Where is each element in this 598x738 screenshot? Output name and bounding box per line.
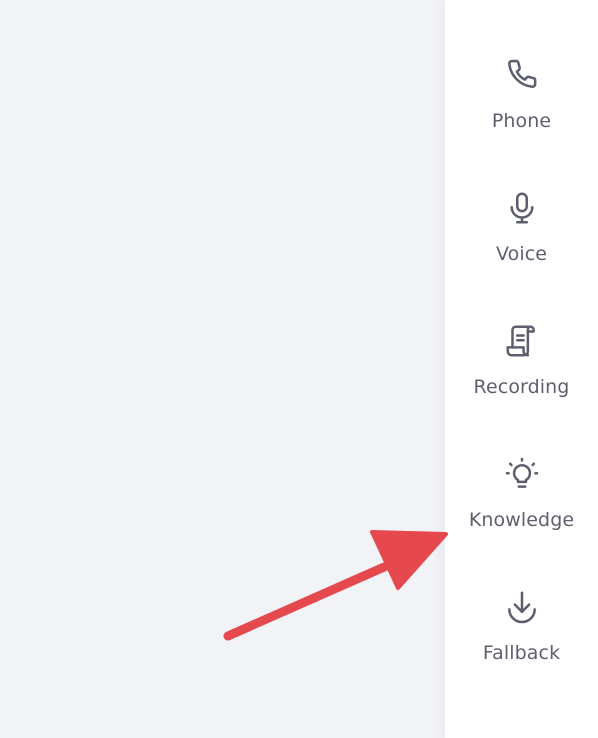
scroll-icon (503, 322, 541, 360)
right-sidebar: Phone Voice Recording Knowledge Fallback (445, 0, 598, 738)
sidebar-item-fallback[interactable]: Fallback (445, 588, 598, 698)
sidebar-item-label: Knowledge (468, 509, 575, 531)
sidebar-item-phone[interactable]: Phone (445, 56, 598, 166)
sidebar-item-label: Voice (495, 243, 548, 265)
lightbulb-icon (503, 455, 541, 493)
microphone-icon (503, 189, 541, 227)
sidebar-item-label: Phone (491, 110, 552, 132)
sidebar-item-label: Recording (473, 376, 570, 398)
sidebar-item-knowledge[interactable]: Knowledge (445, 455, 598, 565)
screen: Phone Voice Recording Knowledge Fallback (0, 0, 598, 738)
sidebar-item-label: Fallback (482, 642, 561, 664)
sidebar-item-recording[interactable]: Recording (445, 322, 598, 432)
download-icon (503, 588, 541, 626)
sidebar-item-voice[interactable]: Voice (445, 189, 598, 299)
main-content-area (0, 0, 445, 738)
phone-icon (503, 56, 541, 94)
